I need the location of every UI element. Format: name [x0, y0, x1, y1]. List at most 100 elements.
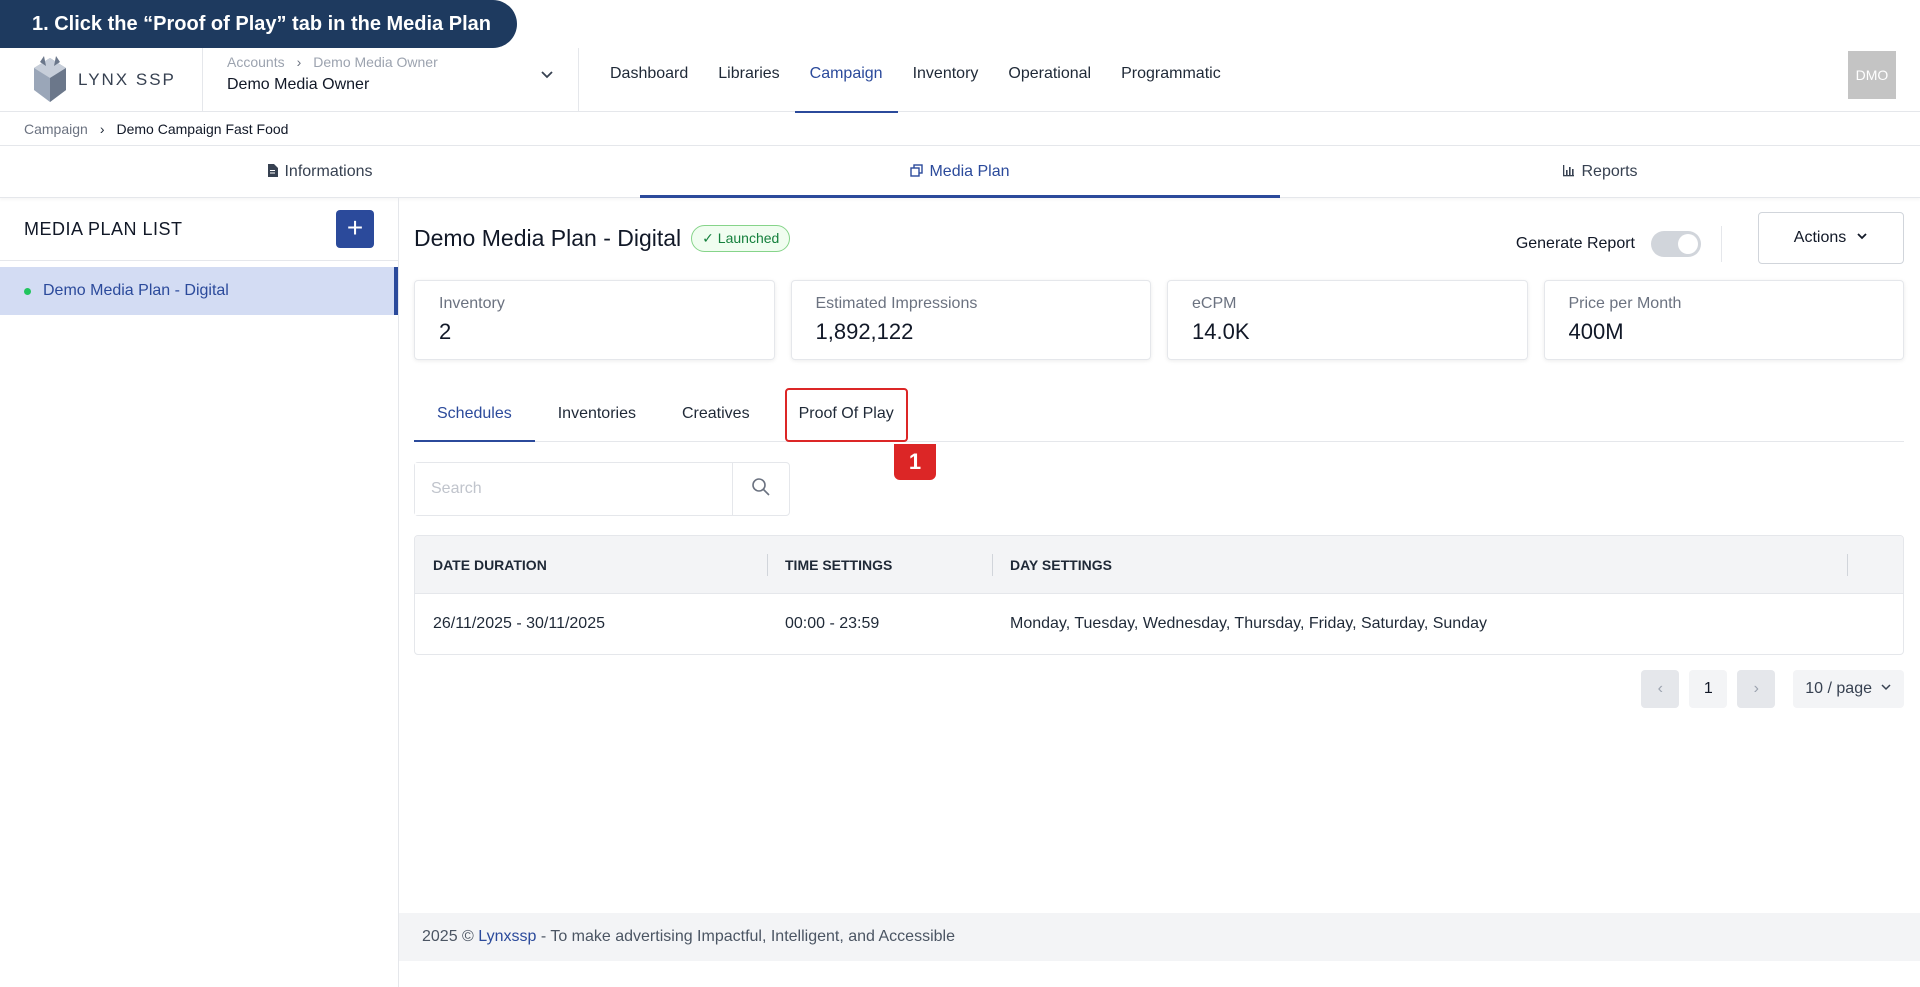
- media-plan-sidebar: MEDIA PLAN LIST + Demo Media Plan - Digi…: [0, 198, 399, 987]
- footer-suffix: - To make advertising Impactful, Intelli…: [536, 928, 955, 945]
- logo[interactable]: LYNX SSP: [0, 47, 203, 112]
- card-inventory: Inventory 2: [414, 280, 775, 360]
- footer: 2025 © Lynxssp - To make advertising Imp…: [399, 913, 1920, 961]
- table-cell: 00:00 - 23:59: [785, 615, 880, 632]
- account-breadcrumb: Accounts › Demo Media Owner: [227, 54, 554, 70]
- column-header: DATE DURATION: [433, 556, 547, 573]
- chevron-left-icon: ‹: [1657, 680, 1663, 697]
- generate-report-toggle[interactable]: [1651, 231, 1701, 257]
- table-cell: 26/11/2025 - 30/11/2025: [433, 615, 605, 632]
- status-badge: ✓ Launched: [691, 224, 791, 252]
- next-page-button[interactable]: ›: [1737, 670, 1776, 708]
- plan-title: Demo Media Plan - Digital: [414, 224, 682, 251]
- logo-text: LYNX SSP: [78, 69, 176, 89]
- actions-dropdown[interactable]: Actions: [1758, 212, 1904, 264]
- pagination: ‹ 1 › 10 / page: [1641, 670, 1904, 708]
- check-icon: ✓: [702, 229, 714, 246]
- sidebar-header: MEDIA PLAN LIST +: [0, 198, 398, 261]
- breadcrumb-current: Demo Campaign Fast Food: [116, 120, 289, 137]
- card-value: 2: [439, 319, 452, 344]
- table-row[interactable]: 26/11/2025 - 30/11/2025 00:00 - 23:59 Mo…: [415, 594, 1903, 654]
- table-cell: Monday, Tuesday, Wednesday, Thursday, Fr…: [1010, 615, 1487, 632]
- chevron-right-icon: ›: [1753, 680, 1759, 697]
- chevron-right-icon: ›: [99, 120, 105, 137]
- column-header: [1847, 536, 1903, 594]
- card-label: Estimated Impressions: [815, 295, 978, 312]
- table-header: DATE DURATION TIME SETTINGS DAY SETTINGS: [415, 536, 1903, 594]
- card-value: 400M: [1568, 319, 1624, 344]
- bar-chart-icon: [1562, 164, 1575, 180]
- media-plan-subtabs: Schedules Inventories Creatives Proof Of…: [414, 388, 1904, 442]
- account-crumb-item: Accounts: [227, 53, 285, 70]
- nav-inventory[interactable]: Inventory: [898, 48, 994, 112]
- page-size-label: 10 / page: [1805, 680, 1872, 697]
- tab-proof-of-play[interactable]: Proof Of Play: [784, 388, 908, 442]
- avatar[interactable]: DMO: [1848, 51, 1896, 99]
- tab-label: Media Plan: [929, 162, 1010, 180]
- breadcrumb: Campaign › Demo Campaign Fast Food: [0, 112, 1920, 146]
- card-value: 1,892,122: [815, 319, 914, 344]
- status-dot-icon: [24, 287, 31, 295]
- media-plan-content: Demo Media Plan - Digital ✓ Launched Gen…: [399, 198, 1920, 914]
- schedules-table: DATE DURATION TIME SETTINGS DAY SETTINGS…: [414, 535, 1904, 655]
- tab-reports[interactable]: Reports: [1280, 146, 1920, 197]
- chevron-right-icon: ›: [296, 53, 302, 70]
- plan-header: Demo Media Plan - Digital ✓ Launched Gen…: [414, 212, 1904, 264]
- nav-programmatic[interactable]: Programmatic: [1106, 48, 1236, 112]
- card-label: Inventory: [439, 295, 505, 312]
- generate-report-control: Generate Report: [1516, 226, 1722, 262]
- tab-schedules[interactable]: Schedules: [414, 388, 535, 442]
- chevron-down-icon[interactable]: [540, 68, 554, 82]
- nav-operational[interactable]: Operational: [993, 48, 1106, 112]
- search-input[interactable]: [415, 463, 732, 515]
- page-number[interactable]: 1: [1689, 670, 1728, 708]
- status-badge-label: Launched: [717, 229, 780, 246]
- copy-icon: [910, 163, 924, 180]
- summary-cards: Inventory 2 Estimated Impressions 1,892,…: [414, 280, 1904, 360]
- toggle-knob: [1678, 234, 1698, 254]
- chevron-down-icon: [1880, 680, 1892, 698]
- card-estimated-impressions: Estimated Impressions 1,892,122: [790, 280, 1151, 360]
- sidebar-item-media-plan[interactable]: Demo Media Plan - Digital: [0, 267, 398, 315]
- sidebar-item-label: Demo Media Plan - Digital: [43, 282, 229, 299]
- main-nav: Dashboard Libraries Campaign Inventory O…: [595, 48, 1236, 113]
- add-media-plan-button[interactable]: +: [336, 210, 374, 248]
- tab-inventories[interactable]: Inventories: [535, 388, 659, 441]
- card-ecpm: eCPM 14.0K: [1167, 280, 1528, 360]
- prev-page-button[interactable]: ‹: [1641, 670, 1680, 708]
- page-size-select[interactable]: 10 / page: [1793, 670, 1904, 708]
- nav-campaign[interactable]: Campaign: [794, 48, 898, 113]
- card-label: Price per Month: [1568, 295, 1682, 312]
- footer-prefix: 2025 ©: [422, 928, 479, 945]
- card-label: eCPM: [1192, 295, 1237, 312]
- footer-brand-link[interactable]: Lynxssp: [478, 928, 536, 945]
- nav-libraries[interactable]: Libraries: [703, 48, 794, 112]
- tab-label: Reports: [1581, 162, 1638, 180]
- breadcrumb-campaign[interactable]: Campaign: [24, 121, 88, 137]
- search-button[interactable]: [732, 463, 789, 515]
- search-icon: [751, 477, 771, 502]
- lynx-logo-icon: [30, 55, 70, 104]
- divider: [1721, 226, 1722, 262]
- chevron-down-icon: [1856, 229, 1868, 247]
- instruction-banner: 1. Click the “Proof of Play” tab in the …: [0, 0, 517, 48]
- step-marker: 1: [894, 444, 936, 480]
- tab-informations[interactable]: Informations: [0, 146, 640, 197]
- account-crumb-item: Demo Media Owner: [313, 53, 438, 70]
- account-name: Demo Media Owner: [227, 75, 370, 93]
- tab-label: Informations: [284, 162, 373, 180]
- account-selector[interactable]: Accounts › Demo Media Owner Demo Media O…: [203, 47, 579, 112]
- card-price-per-month: Price per Month 400M: [1543, 280, 1904, 360]
- column-header: TIME SETTINGS: [767, 536, 992, 594]
- column-header: DAY SETTINGS: [992, 536, 1847, 594]
- actions-label: Actions: [1793, 229, 1847, 246]
- tab-media-plan[interactable]: Media Plan: [640, 146, 1280, 198]
- document-icon: [267, 163, 279, 180]
- tab-creatives[interactable]: Creatives: [659, 388, 773, 441]
- search-box: [414, 462, 790, 516]
- top-header: LYNX SSP Accounts › Demo Media Owner Dem…: [0, 47, 1920, 113]
- nav-dashboard[interactable]: Dashboard: [595, 48, 703, 112]
- sidebar-title: MEDIA PLAN LIST: [24, 218, 183, 239]
- generate-report-label: Generate Report: [1515, 235, 1635, 252]
- card-value: 14.0K: [1192, 319, 1250, 344]
